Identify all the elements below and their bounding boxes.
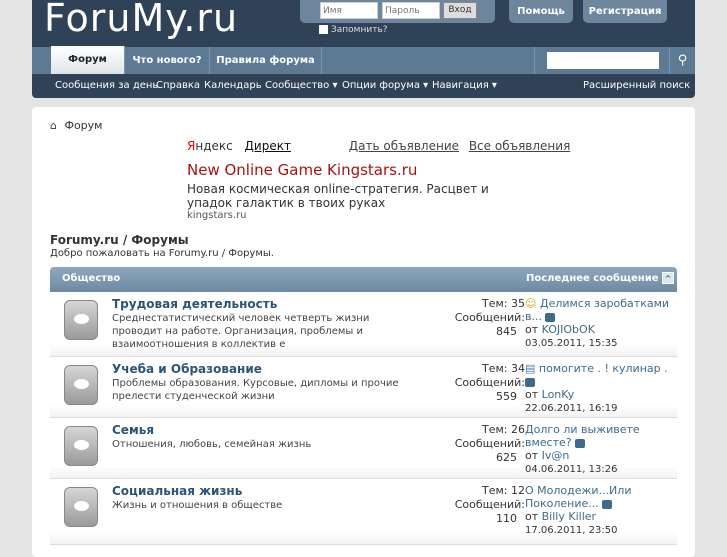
last-post-user[interactable]: Billy Killer [542,510,596,523]
main-nav: Форум Что нового? Правила форума ⚲ [32,46,695,74]
remember-label: Запомнить? [331,25,388,35]
home-icon[interactable]: ⌂ [50,119,57,132]
forum-status-icon [64,487,98,527]
forum-description: Среднестатистический человек четверть жи… [112,313,370,350]
by-label: от [525,449,539,462]
posts-label: Сообщений: [454,437,525,450]
yandex-ad: Яндекс Директ Дать объявление Все объявл… [187,139,570,221]
breadcrumb: ⌂ Форум [50,119,102,132]
password-input[interactable] [382,2,440,19]
last-post-user[interactable]: LonKy [542,388,575,401]
post-count: 559 [496,390,517,403]
last-post-user[interactable]: KOJIObOK [542,323,595,336]
post-count: 625 [496,451,517,464]
search-box [534,47,664,74]
page-title: Forumy.ru / Форумы [50,233,189,247]
breadcrumb-forum[interactable]: Форум [64,119,102,132]
help-button[interactable]: Помощь [509,0,573,23]
last-post: ▤ помогите . ! кулинар . от LonKy 22.06.2… [525,362,670,415]
all-ads-link[interactable]: Все объявления [469,139,570,153]
ad-text: Новая космическая online-стратегия. Расц… [187,182,489,210]
direct-link[interactable]: Директ [245,139,291,153]
last-post: О Молодежи...Или Поколение... от Billy K… [525,484,670,537]
welcome-text: Добро пожаловать на Forumy.ru / Форумы. [50,248,274,259]
search-input[interactable] [547,52,659,69]
category-name[interactable]: Общество [62,273,120,284]
forum-row: Трудовая деятельность Среднестатистическ… [50,292,677,357]
subnav-help[interactable]: Справка [156,80,200,91]
tab-whats-new[interactable]: Что нового? [125,47,210,74]
sub-nav: Сообщения за день Справка Календарь Сооб… [32,74,695,98]
advanced-search-link[interactable]: Расширенный поиск [583,80,690,91]
forum-description: Жизнь и отношения в обществе [112,500,283,511]
forum-description: Отношения, любовь, семейная жизнь [112,439,312,450]
tab-forum[interactable]: Форум [51,46,125,74]
last-post-date: 17.06.2011, 23:50 [525,525,618,536]
go-to-post-icon[interactable] [602,499,613,509]
subnav-community[interactable]: Сообщество ▾ [265,80,338,91]
tab-forum-rules[interactable]: Правила форума [210,47,322,74]
site-header: ForuMy.ru Вход Запомнить? Помощь Регистр… [32,0,695,98]
forum-title[interactable]: Социальная жизнь [112,484,242,498]
forum-stats: Тем: 34 Сообщений: 559 [425,362,525,404]
register-button[interactable]: Регистрация [583,0,667,23]
posts-label: Сообщений: [454,311,525,324]
post-count: 110 [496,512,517,525]
checkbox-box[interactable] [319,25,328,34]
search-icon[interactable]: ⚲ [669,47,695,74]
subnav-calendar[interactable]: Календарь [204,80,262,91]
category-header: Общество Последнее сообщение ^ [50,267,677,292]
by-label: от [525,388,539,401]
go-to-post-icon[interactable] [545,312,556,322]
forum-description: Проблемы образования. Курсовые, дипломы … [112,378,399,402]
username-input[interactable] [320,2,378,19]
ad-title[interactable]: New Online Game Kingstars.ru [187,161,570,179]
last-post-title[interactable]: помогите . ! кулинар . [539,362,668,375]
login-button[interactable]: Вход [443,2,477,19]
posts-label: Сообщений: [454,498,525,511]
last-post: Долго ли выживете вместе? от Iv@n 04.06.2… [525,423,670,476]
last-post-header: Последнее сообщение [526,273,659,284]
post-count: 845 [496,325,517,338]
ad-domain[interactable]: kingstars.ru [187,210,570,221]
last-post-date: 22.06.2011, 16:19 [525,403,618,414]
forum-stats: Тем: 35 Сообщений: 845 [425,297,525,339]
last-post-title[interactable]: О Молодежи...Или Поколение... [525,484,631,510]
subnav-forum-options[interactable]: Опции форума ▾ [342,80,428,91]
forum-stats: Тем: 12 Сообщений: 110 [425,484,525,526]
give-ad-link[interactable]: Дать объявление [349,139,459,153]
go-to-post-icon[interactable] [525,377,535,387]
smiley-icon: ☺ [525,297,537,310]
go-to-post-icon[interactable] [575,438,586,448]
forum-status-icon [64,300,98,340]
collapse-icon[interactable]: ^ [662,272,674,284]
last-post-date: 04.06.2011, 13:26 [525,464,618,475]
by-label: от [525,510,539,523]
thread-count: Тем: 34 [482,362,525,375]
forum-title[interactable]: Трудовая деятельность [112,297,277,311]
forum-stats: Тем: 26 Сообщений: 625 [425,423,525,465]
last-post-user[interactable]: Iv@n [542,449,570,462]
remember-checkbox[interactable]: Запомнить? [319,25,388,35]
subnav-navigation[interactable]: Навигация ▾ [432,80,497,91]
login-form: Вход [300,0,495,23]
subnav-today-posts[interactable]: Сообщения за день [55,80,158,91]
document-icon: ▤ [525,362,536,375]
forum-row: Социальная жизнь Жизнь и отношения в общ… [50,479,677,545]
thread-count: Тем: 12 [482,484,525,497]
by-label: от [525,323,539,336]
last-post-date: 03.05.2011, 15:35 [525,338,618,349]
thread-count: Тем: 35 [482,297,525,310]
forum-title[interactable]: Учеба и Образование [112,362,262,376]
site-logo[interactable]: ForuMy.ru [44,0,238,40]
yandex-logo-rest: ндекс [195,139,233,153]
posts-label: Сообщений: [454,376,525,389]
thread-count: Тем: 26 [482,423,525,436]
forum-status-icon [64,365,98,405]
forum-row: Семья Отношения, любовь, семейная жизнь … [50,418,677,479]
last-post: ☺ Делимся заробатками в... от KOJIObOK 03… [525,297,670,350]
forum-status-icon [64,426,98,466]
forum-row: Учеба и Образование Проблемы образования… [50,357,677,418]
forum-title[interactable]: Семья [112,423,154,437]
